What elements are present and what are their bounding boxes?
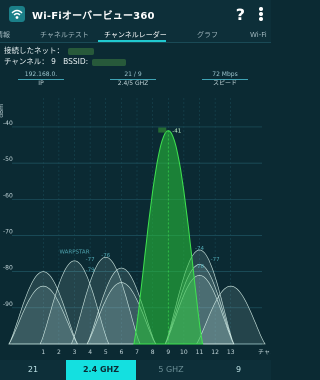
overflow-menu-icon[interactable] [259, 7, 263, 21]
connected-ssid-redacted [158, 127, 167, 133]
y-tick-label: -80 [3, 265, 13, 272]
x-tick-label: 4 [88, 349, 92, 356]
network-name-redacted [68, 47, 94, 55]
help-button[interactable]: ? [236, 5, 245, 24]
bottom-band-bar: 21 2.4 GHZ 5 GHZ 9 [0, 360, 271, 380]
connected-peak-label: -41 [172, 129, 181, 135]
ap-label-4: -74 [195, 246, 204, 252]
bssid-label: BSSID: [63, 57, 89, 66]
x-tick-label: 10 [180, 349, 188, 356]
x-axis-label: チャン [258, 349, 271, 356]
connection-info: 接続したネット： チャンネル： 9 BSSID: [4, 45, 127, 67]
speed-label: スピード [212, 80, 237, 87]
channel-label: チャンネル： [4, 57, 49, 66]
x-tick-label: 11 [196, 349, 204, 356]
ap-label-2: -76 [101, 253, 110, 259]
speed-stat: 72 Mbps スピード [202, 71, 248, 88]
ip-value: 192.168.0. [18, 71, 64, 80]
ip-stat: 192.168.0. IP [18, 71, 64, 88]
x-tick-label: 13 [227, 349, 235, 356]
tab-wifi[interactable]: Wi-Fi [250, 28, 267, 42]
ip-label: IP [38, 80, 44, 87]
y-tick-label: -40 [3, 120, 13, 127]
y-axis-label: dBm [0, 104, 5, 118]
app-root: Wi-Fiオーバービュー360 ? 情報 チャネルテスト チャンネルレーダー グ… [0, 0, 271, 380]
y-tick-label: -50 [3, 156, 13, 163]
x-tick-label: 7 [135, 349, 139, 356]
band-stat: 21 / 9 2.4/5 GHZ [110, 71, 156, 88]
x-tick-label: 6 [119, 349, 123, 356]
ap-label-5: -77 [211, 257, 220, 263]
ap-label-3: -79 [86, 268, 95, 274]
band-5ghz-button[interactable]: 5 GHZ [136, 360, 206, 380]
x-tick-label: 9 [166, 349, 170, 356]
y-tick-label: -90 [3, 301, 13, 308]
ap-label-0: WARPSTAR [59, 250, 89, 256]
network-count-5: 9 [235, 365, 242, 374]
stats-row: 192.168.0. IP 21 / 9 2.4/5 GHZ 72 Mbps ス… [0, 71, 271, 91]
bssid-redacted [92, 58, 127, 66]
channel-radar-svg: dBm-40-50-60-70-80-901 2 3 4 5 6 7 8 9 10 11 12 13 チャ… [0, 98, 271, 356]
x-tick-label: 12 [211, 349, 219, 356]
tab-bar: 情報 チャネルテスト チャンネルレーダー グラフ Wi-Fi [0, 28, 271, 43]
channel-value: 9 [51, 57, 56, 66]
x-tick-label: 2 [57, 349, 61, 356]
connected-network-label: 接続したネット： [4, 46, 64, 55]
x-tick-label: 3 [73, 349, 77, 356]
ap-label-6: -78 [195, 264, 204, 270]
tab-graph[interactable]: グラフ [197, 28, 218, 42]
y-tick-label: -70 [3, 228, 13, 235]
y-tick-label: -60 [3, 192, 13, 199]
speed-value: 72 Mbps [202, 71, 248, 80]
active-tab-indicator [98, 40, 166, 42]
ap-label-1: -77 [86, 257, 95, 263]
tab-info[interactable]: 情報 [0, 28, 10, 42]
x-tick-label: 8 [151, 349, 155, 356]
x-tick-label: 1 [41, 349, 45, 356]
wifi-app-icon [8, 5, 26, 23]
connected-network-row: 接続したネット： [4, 45, 126, 56]
band-value: 21 / 9 [110, 71, 156, 80]
channel-row: チャンネル： 9 BSSID: [4, 56, 127, 67]
channel-radar-chart: dBm -40 -50 -60 -70 -80 -90 1 2 3 4 5 6 7 8 9 10 11 12 13 チャ… [0, 92, 271, 360]
x-tick-label: 5 [104, 349, 108, 356]
app-bar: Wi-Fiオーバービュー360 ? [0, 0, 271, 28]
app-title: Wi-Fiオーバービュー360 [32, 10, 155, 22]
band-label: 2.4/5 GHZ [117, 80, 149, 87]
tab-channel-test[interactable]: チャネルテスト [40, 28, 89, 42]
network-count-24: 21 [27, 365, 39, 374]
band-24ghz-button[interactable]: 2.4 GHZ [66, 360, 136, 380]
